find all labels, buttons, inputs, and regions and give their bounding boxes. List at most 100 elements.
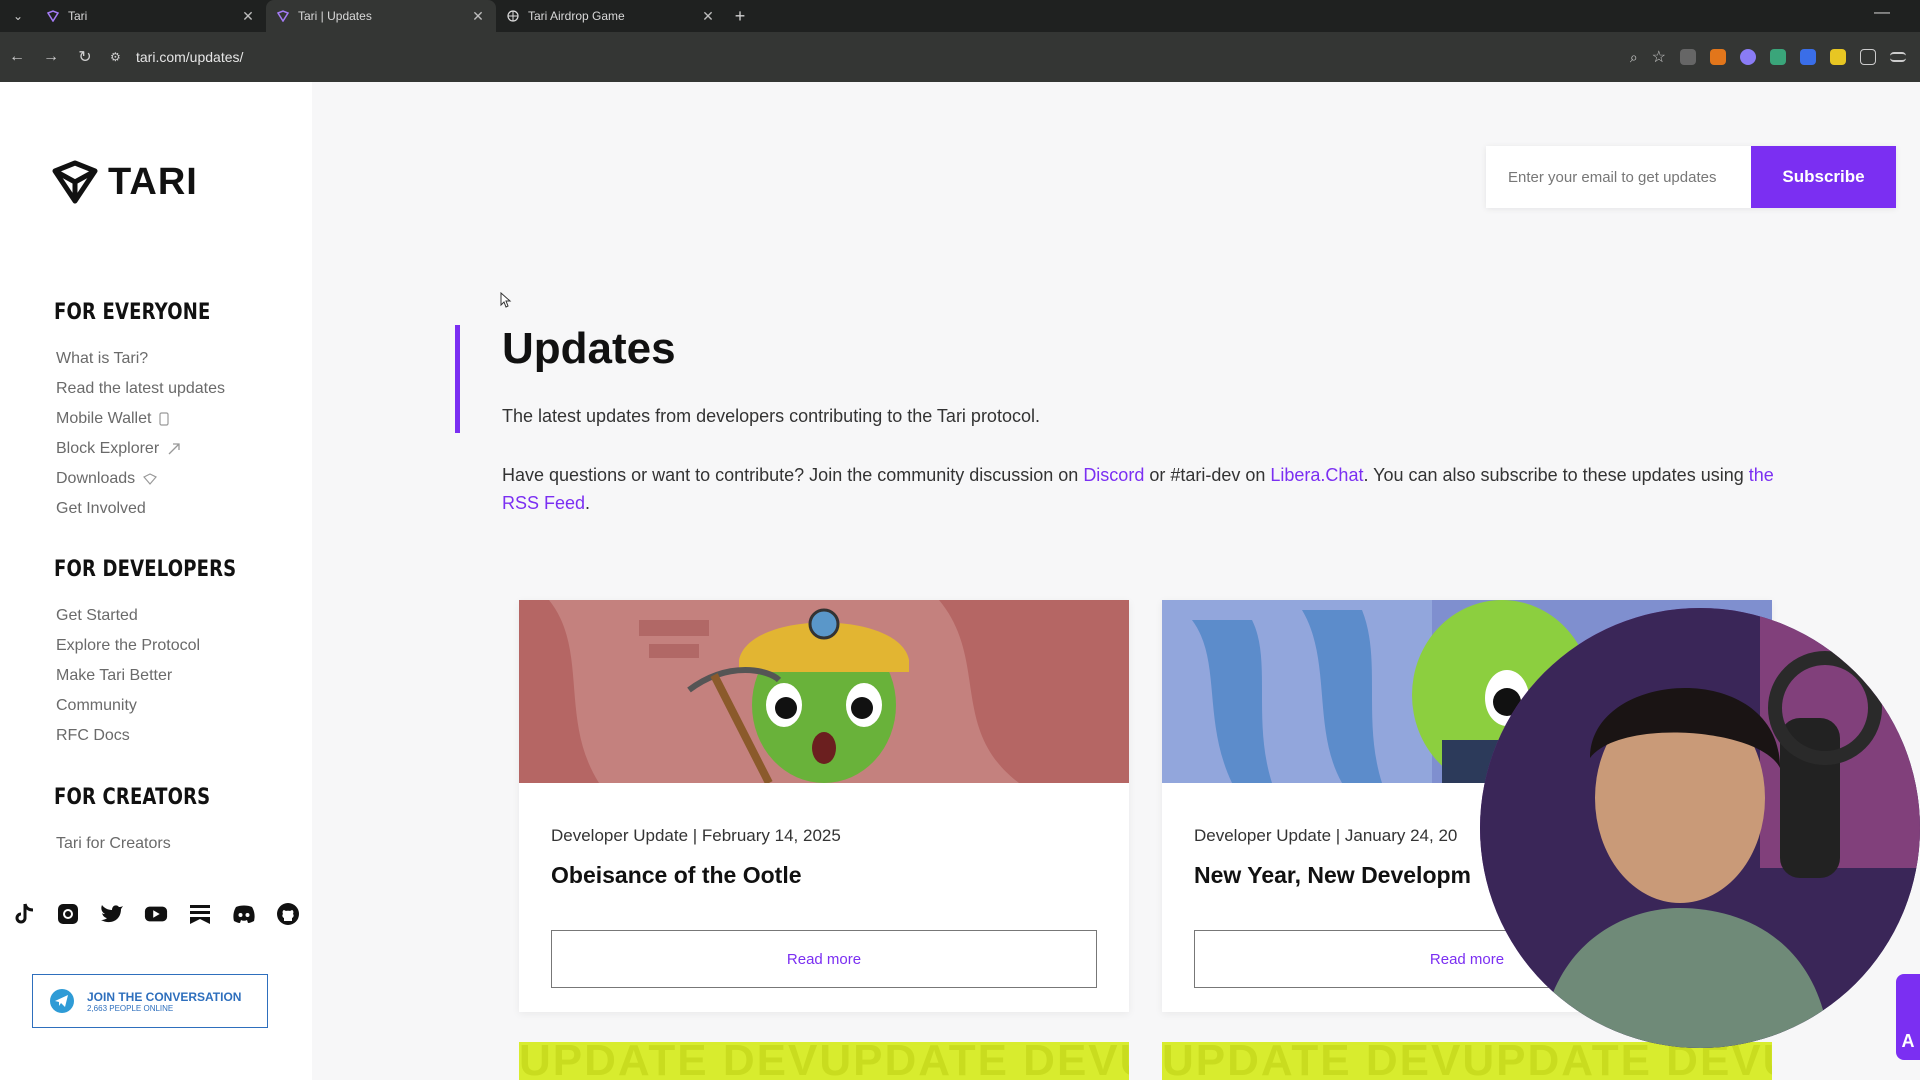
side-widget-tab[interactable]: A <box>1896 974 1920 1060</box>
sidebar-item-get-started[interactable]: Get Started <box>56 601 200 631</box>
card-title[interactable]: Obeisance of the Ootle <box>551 862 802 889</box>
back-arrow-icon[interactable]: ← <box>0 48 34 66</box>
tari-favicon-icon <box>46 9 60 23</box>
sidebar-item-label: Explore the Protocol <box>56 637 201 654</box>
tiktok-icon[interactable] <box>12 902 36 926</box>
sidebar-item-label: Tari for Creators <box>56 835 171 852</box>
page-title: Updates <box>502 324 676 373</box>
card-meta: Developer Update | January 24, 20 <box>1194 826 1458 845</box>
sidebar-item-downloads[interactable]: Downloads <box>56 464 225 494</box>
page: TARI FOR EVERYONE What is Tari? Read the… <box>0 82 1920 1080</box>
tari-favicon-icon <box>276 9 290 23</box>
update-banner-image[interactable]: UPDATE DEVUPDATE DEVUPDATE <box>519 1042 1129 1080</box>
sidebar-item-get-involved[interactable]: Get Involved <box>56 494 225 524</box>
sidebar-item-label: Make Tari Better <box>56 667 173 684</box>
sidebar-item-community[interactable]: Community <box>56 691 200 721</box>
medium-icon[interactable] <box>188 902 212 926</box>
section-title-for-creators: FOR CREATORS <box>54 785 211 810</box>
community-mid: or #tari-dev on <box>1144 465 1271 485</box>
sidebar-item-label: Read the latest updates <box>56 380 226 397</box>
reload-icon[interactable]: ↻ <box>68 47 102 67</box>
email-field[interactable] <box>1486 146 1751 208</box>
sidebar-item-explore-protocol[interactable]: Explore the Protocol <box>56 631 200 661</box>
sidebar-item-latest-updates[interactable]: Read the latest updates <box>56 374 225 404</box>
tari-logo[interactable]: TARI <box>52 160 198 204</box>
page-description: The latest updates from developers contr… <box>502 406 1040 426</box>
mouse-cursor-icon <box>500 292 512 308</box>
new-tab-plus-icon[interactable]: + <box>726 6 754 27</box>
site-info-icon[interactable]: ⚙ <box>110 50 136 64</box>
tab-tari-updates[interactable]: Tari | Updates ✕ <box>266 0 496 32</box>
card-title[interactable]: New Year, New Developm <box>1194 862 1471 889</box>
metamask-icon[interactable] <box>1710 49 1726 65</box>
extension-icon[interactable] <box>1830 49 1846 65</box>
libera-chat-link[interactable]: Libera.Chat <box>1270 465 1363 485</box>
extension-icon[interactable] <box>1740 49 1756 65</box>
sidebar-item-label: Block Explorer <box>56 440 160 457</box>
sidebar-item-rfc-docs[interactable]: RFC Docs <box>56 721 200 751</box>
sidebar-item-label: Downloads <box>56 470 136 487</box>
update-banner-image[interactable]: UPDATE DEVUPDATE DEVUPDATE <box>1162 1042 1772 1080</box>
card-image-ootle[interactable] <box>519 600 1129 783</box>
twitter-icon[interactable] <box>100 902 124 926</box>
sidebar-item-make-tari-better[interactable]: Make Tari Better <box>56 661 200 691</box>
webcam-overlay <box>1480 608 1920 1048</box>
update-card: Developer Update | February 14, 2025 Obe… <box>519 600 1129 1012</box>
youtube-icon[interactable] <box>144 902 168 926</box>
close-icon[interactable]: ✕ <box>700 8 716 25</box>
join-subtitle: 2,663 PEOPLE ONLINE <box>87 1003 174 1013</box>
globe-icon <box>506 9 520 23</box>
tab-label: Tari | Updates <box>298 9 372 23</box>
browser-tab-bar: ⌄ Tari ✕ Tari | Updates ✕ Tari Airdrop G… <box>0 0 1920 32</box>
discord-icon[interactable] <box>232 902 256 926</box>
zoom-icon[interactable]: ⌕ <box>1630 49 1638 66</box>
subscribe-button[interactable]: Subscribe <box>1751 146 1896 208</box>
puzzle-icon[interactable] <box>1860 49 1876 65</box>
community-text: Have questions or want to contribute? Jo… <box>502 461 1792 517</box>
extension-icon[interactable] <box>1770 49 1786 65</box>
tab-search-icon[interactable]: ⌄ <box>0 0 36 32</box>
sidebar-item-mobile-wallet[interactable]: Mobile Wallet <box>56 404 225 434</box>
extension-icon[interactable] <box>1800 49 1816 65</box>
url-field[interactable]: ⚙ tari.com/updates/ <box>110 41 1630 73</box>
community-suffix: . You can also subscribe to these update… <box>1363 465 1749 485</box>
instagram-icon[interactable] <box>56 902 80 926</box>
github-icon[interactable] <box>276 902 300 926</box>
forward-arrow-icon[interactable]: → <box>34 48 68 66</box>
bookmark-star-icon[interactable]: ☆ <box>1652 47 1666 67</box>
banner-text: UPDATE DEVUPDATE DEVUPDATE <box>519 1042 1129 1080</box>
sidebar-item-label: Community <box>56 697 137 714</box>
nav-list-developers: Get Started Explore the Protocol Make Ta… <box>56 601 200 751</box>
nav-list-everyone: What is Tari? Read the latest updates Mo… <box>56 344 225 524</box>
sidebar-item-tari-for-creators[interactable]: Tari for Creators <box>56 829 171 859</box>
menu-icon[interactable] <box>1890 52 1906 62</box>
gem-icon <box>143 473 158 485</box>
discord-link[interactable]: Discord <box>1083 465 1144 485</box>
close-icon[interactable]: ✕ <box>240 8 256 25</box>
tab-label: Tari <box>68 9 88 23</box>
subscribe-form: Subscribe <box>1486 146 1896 208</box>
tab-tari[interactable]: Tari ✕ <box>36 0 266 32</box>
nav-list-creators: Tari for Creators <box>56 829 171 859</box>
tab-tari-airdrop-game[interactable]: Tari Airdrop Game ✕ <box>496 0 726 32</box>
sidebar-item-label: Get Involved <box>56 500 146 517</box>
extension-icons: ⌕ ☆ <box>1630 47 1920 67</box>
banner-text: UPDATE DEVUPDATE DEVUPDATE <box>1162 1042 1772 1080</box>
extension-icon[interactable] <box>1680 49 1696 65</box>
sidebar-item-block-explorer[interactable]: Block Explorer <box>56 434 225 464</box>
close-icon[interactable]: ✕ <box>470 8 486 25</box>
title-accent-bar <box>455 325 460 433</box>
card-meta: Developer Update | February 14, 2025 <box>551 826 841 845</box>
sidebar: TARI FOR EVERYONE What is Tari? Read the… <box>0 82 312 1080</box>
join-conversation-button[interactable]: JOIN THE CONVERSATION 2,663 PEOPLE ONLIN… <box>32 974 268 1028</box>
section-title-for-everyone: FOR EVERYONE <box>54 300 211 325</box>
sidebar-item-what-is-tari[interactable]: What is Tari? <box>56 344 225 374</box>
tari-logo-icon <box>52 160 98 204</box>
join-title: JOIN THE CONVERSATION <box>87 989 242 1004</box>
social-links <box>12 902 300 926</box>
sidebar-item-label: Get Started <box>56 607 138 624</box>
read-more-button[interactable]: Read more <box>551 930 1097 988</box>
sidebar-item-label: Mobile Wallet <box>56 410 152 427</box>
address-bar: ← → ↻ ⚙ tari.com/updates/ ⌕ ☆ <box>0 32 1920 82</box>
minimize-icon[interactable]: — <box>1874 4 1890 22</box>
